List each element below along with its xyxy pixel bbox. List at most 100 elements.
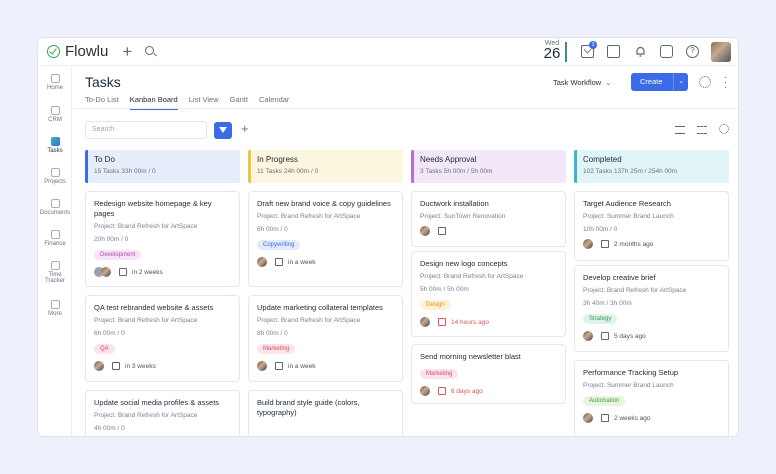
- search-input[interactable]: Search: [85, 121, 207, 139]
- task-card[interactable]: Build brand style guide (colors, typogra…: [248, 390, 403, 436]
- task-card[interactable]: Design new logo concepts Project: Brand …: [411, 251, 566, 337]
- sidebar-item-tasks[interactable]: Tasks: [38, 137, 72, 154]
- task-project: Project: Summer Brand Launch: [583, 382, 674, 389]
- task-card[interactable]: Develop creative brief Project: Brand Re…: [574, 265, 729, 352]
- home-icon: [50, 74, 60, 83]
- help-icon[interactable]: ?: [686, 45, 699, 58]
- date-widget[interactable]: Wed 26: [540, 40, 564, 61]
- task-card[interactable]: QA test rebranded website & assets Proje…: [85, 295, 240, 382]
- date-day: 26: [543, 45, 561, 62]
- task-due: in a week: [288, 258, 316, 266]
- logo[interactable]: Flowlu: [47, 43, 108, 60]
- sidebar-item-label: Documents: [39, 210, 71, 216]
- task-footer: [420, 226, 557, 236]
- mail-badge: 3: [589, 41, 597, 49]
- task-card[interactable]: Send morning newsletter blast Marketing …: [411, 344, 566, 404]
- column-header[interactable]: In Progress 11 Tasks 24h 00m / 0: [248, 150, 403, 183]
- search-icon[interactable]: [144, 45, 158, 59]
- more-vertical-icon[interactable]: · · ·: [724, 73, 727, 93]
- avatar[interactable]: [257, 361, 267, 371]
- create-button[interactable]: Create ⌄: [631, 73, 688, 91]
- avatar[interactable]: [420, 317, 430, 327]
- column-in-progress: In Progress 11 Tasks 24h 00m / 0 Draft n…: [248, 150, 403, 436]
- avatar[interactable]: [101, 267, 111, 277]
- avatar[interactable]: [420, 226, 430, 236]
- column-header[interactable]: Completed 102 Tasks 137h 25m / 254h 00m: [574, 150, 729, 183]
- sidebar-item-more[interactable]: More: [38, 300, 72, 317]
- avatar[interactable]: [420, 386, 430, 396]
- avatar[interactable]: [583, 413, 593, 423]
- filter-button[interactable]: [214, 122, 232, 139]
- sidebar-item-label: Time Tracker: [44, 272, 66, 284]
- column-to-do: To Do 15 Tasks 33h 00m / 0 Redesign webs…: [85, 150, 240, 436]
- task-card[interactable]: Performance Tracking Setup Project: Summ…: [574, 360, 729, 436]
- document-icon: [50, 199, 60, 208]
- task-title: Ductwork installation: [420, 199, 489, 208]
- task-footer: in 2 weeks: [94, 267, 231, 277]
- task-title: Performance Tracking Setup: [583, 368, 679, 377]
- add-icon[interactable]: +: [122, 43, 132, 60]
- grid-icon: [50, 300, 60, 309]
- task-card[interactable]: Update marketing collateral templates Pr…: [248, 295, 403, 382]
- task-footer: 2 months ago: [583, 239, 720, 249]
- column-completed: Completed 102 Tasks 137h 25m / 254h 00m …: [574, 150, 729, 436]
- task-card[interactable]: Target Audience Research Project: Summer…: [574, 191, 729, 261]
- column-meta: 3 Tasks 5h 00m / 5h 00m: [420, 168, 493, 175]
- task-tag: QA: [94, 344, 115, 354]
- sidebar-item-label: Home: [46, 85, 63, 91]
- chat-icon[interactable]: [660, 45, 673, 58]
- task-footer: in a week: [257, 257, 394, 267]
- user-avatar[interactable]: [711, 42, 731, 62]
- task-title: Develop creative brief: [583, 273, 656, 282]
- task-due: in 2 weeks: [132, 268, 163, 276]
- sidebar-item-label: CRM: [48, 117, 62, 123]
- sidebar-item-documents[interactable]: Documents: [38, 199, 72, 216]
- workflow-select[interactable]: Task Workflow: [553, 78, 612, 87]
- task-card[interactable]: Ductwork installation Project: SunTown R…: [411, 191, 566, 247]
- task-tag: Design: [420, 300, 451, 310]
- sliders-icon[interactable]: [697, 126, 707, 134]
- calendar-icon: [601, 240, 609, 248]
- notes-icon[interactable]: [607, 45, 620, 58]
- task-due: in 3 weeks: [125, 362, 156, 370]
- app-window: Flowlu + Wed 26 3 ? Home CRM Tasks Proje…: [37, 37, 739, 437]
- projects-icon: [50, 168, 60, 177]
- task-project: Project: SunTown Renovation: [420, 213, 506, 220]
- avatar[interactable]: [94, 361, 104, 371]
- task-tag: Strategy: [583, 314, 618, 324]
- board-settings-icon[interactable]: [719, 124, 729, 134]
- sidebar-item-label: Finance: [44, 241, 66, 247]
- task-card[interactable]: Redesign website homepage & key pages Pr…: [85, 191, 240, 287]
- task-tag: Marketing: [420, 369, 459, 379]
- column-title: Needs Approval: [420, 155, 477, 164]
- sidebar-item-crm[interactable]: CRM: [38, 106, 72, 123]
- column-header[interactable]: To Do 15 Tasks 33h 00m / 0: [85, 150, 240, 183]
- sidebar-item-label: More: [48, 311, 62, 317]
- task-time: 5h 00m / 5h 00m: [420, 286, 469, 293]
- task-time: 20h 00m / 0: [94, 236, 129, 243]
- task-project: Project: Brand Refresh for ArtSpace: [257, 213, 361, 220]
- avatar[interactable]: [583, 239, 593, 249]
- chevron-down-icon[interactable]: ⌄: [673, 73, 688, 91]
- sidebar-item-label: Tasks: [47, 148, 63, 154]
- main-content: Tasks To-Do List Kanban Board List View …: [73, 66, 738, 436]
- bell-icon[interactable]: [634, 45, 647, 58]
- task-card[interactable]: Draft new brand voice & copy guidelines …: [248, 191, 403, 287]
- task-footer: 2 weeks ago: [583, 413, 720, 423]
- task-project: Project: Brand Refresh for ArtSpace: [94, 223, 198, 230]
- add-column-icon[interactable]: +: [241, 121, 249, 136]
- date-divider: [565, 42, 567, 62]
- avatar[interactable]: [583, 331, 593, 341]
- gear-icon[interactable]: [699, 76, 711, 88]
- tasks-icon: [50, 137, 60, 146]
- column-header[interactable]: Needs Approval 3 Tasks 5h 00m / 5h 00m: [411, 150, 566, 183]
- avatar[interactable]: [257, 257, 267, 267]
- task-due: 2 months ago: [614, 240, 654, 248]
- sort-icon[interactable]: [675, 126, 685, 134]
- sidebar-item-projects[interactable]: Projects: [38, 168, 72, 185]
- sidebar-item-time-tracker[interactable]: Time Tracker: [38, 261, 72, 284]
- sidebar-item-home[interactable]: Home: [38, 74, 72, 91]
- task-card[interactable]: Update social media profiles & assets Pr…: [85, 390, 240, 436]
- task-title: Send morning newsletter blast: [420, 352, 521, 361]
- sidebar-item-finance[interactable]: Finance: [38, 230, 72, 247]
